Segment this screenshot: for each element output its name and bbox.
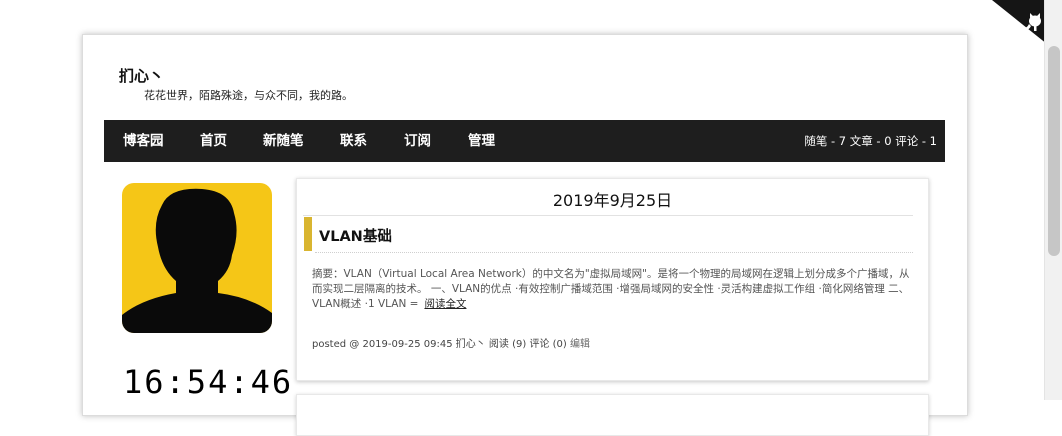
vertical-scrollbar[interactable] xyxy=(1044,0,1062,400)
edit-link[interactable]: 编辑 xyxy=(570,339,590,350)
blog-stats: 随笔 - 7 文章 - 0 评论 - 1 xyxy=(804,134,937,148)
post-title-link[interactable]: VLAN基础 xyxy=(319,225,392,246)
nav-item-subscribe[interactable]: 订阅 xyxy=(404,120,431,162)
navbar: 博客园 首页 新随笔 联系 订阅 管理 随笔 - 7 文章 - 0 评论 - 1 xyxy=(104,120,945,162)
divider xyxy=(315,252,913,253)
post-title-accent xyxy=(304,217,312,251)
avatar-silhouette-icon xyxy=(122,188,272,333)
page-container: 扪心丶 花花世界，陌路殊途，与众不同，我的路。 博客园 首页 新随笔 联系 订阅… xyxy=(82,34,968,436)
post-summary: 摘要：VLAN（Virtual Local Area Network）的中文名为… xyxy=(312,267,912,312)
post-meta-text: posted @ 2019-09-25 09:45 扪心丶 阅读 (9) 评论 … xyxy=(312,339,567,350)
nav-item-new-post[interactable]: 新随笔 xyxy=(263,120,304,162)
next-post-card xyxy=(296,394,929,436)
nav-item-cnblogs[interactable]: 博客园 xyxy=(123,120,164,162)
nav-item-home[interactable]: 首页 xyxy=(200,120,227,162)
divider xyxy=(303,215,913,216)
nav-item-contact[interactable]: 联系 xyxy=(340,120,367,162)
post-summary-text: 摘要：VLAN（Virtual Local Area Network）的中文名为… xyxy=(312,268,910,310)
blog-title[interactable]: 扪心丶 xyxy=(119,65,164,86)
post-card: 2019年9月25日 VLAN基础 摘要：VLAN（Virtual Local … xyxy=(296,178,929,381)
read-more-link[interactable]: 阅读全文 xyxy=(424,298,466,310)
scrollbar-thumb[interactable] xyxy=(1048,46,1060,256)
nav-item-manage[interactable]: 管理 xyxy=(468,120,495,162)
post-meta: posted @ 2019-09-25 09:45 扪心丶 阅读 (9) 评论 … xyxy=(312,335,590,350)
avatar xyxy=(122,183,272,333)
post-date: 2019年9月25日 xyxy=(552,191,673,210)
blog-subtitle: 花花世界，陌路殊途，与众不同，我的路。 xyxy=(144,89,353,102)
sidebar-clock: 16:54:46 xyxy=(123,363,294,401)
